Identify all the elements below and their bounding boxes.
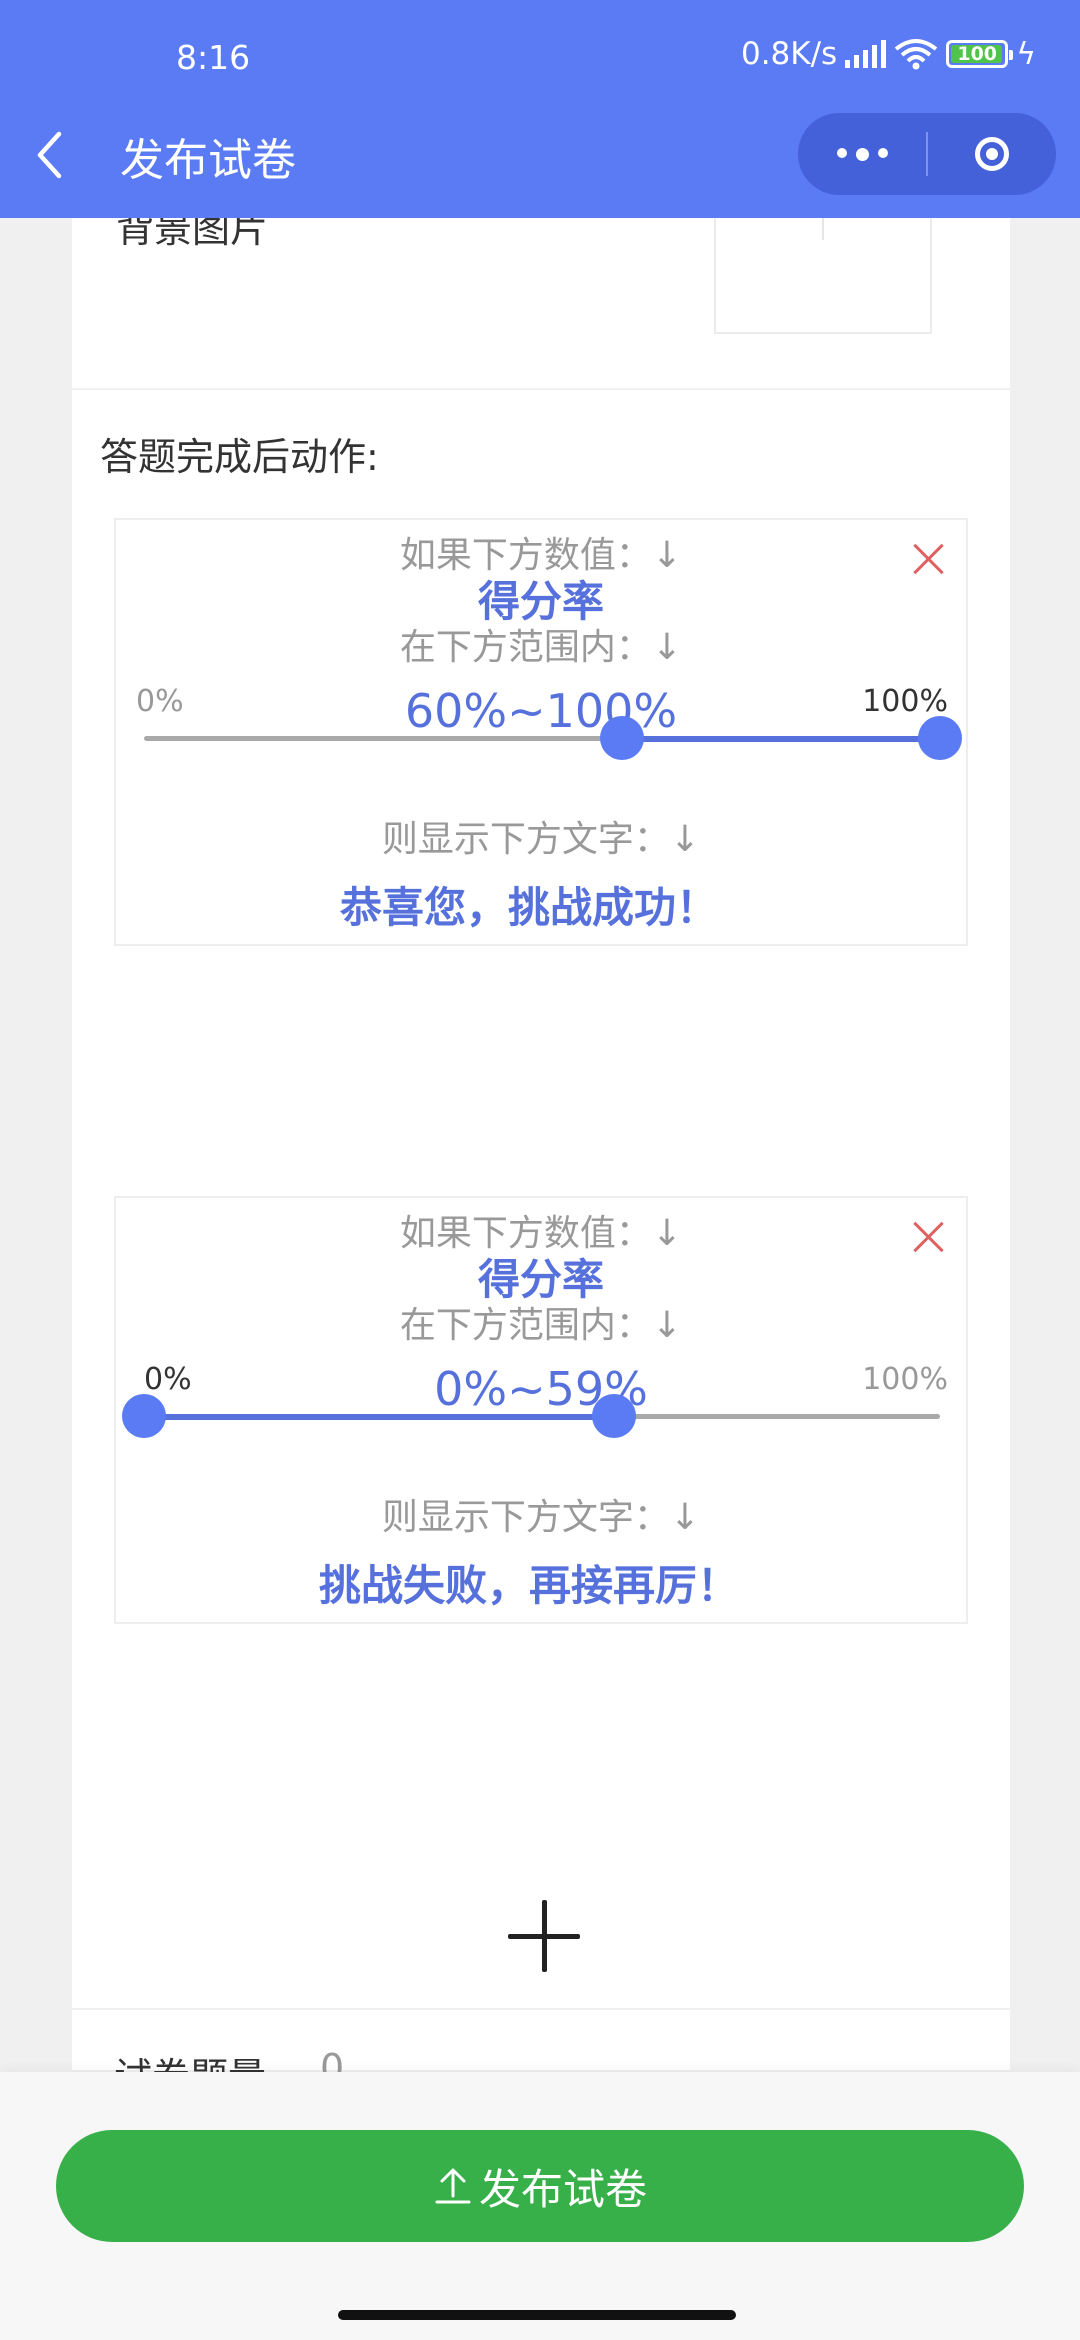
rule-card: 如果下方数值：↓ 得分率 在下方范围内：↓ 0% 100% 0%~59% 则显示… bbox=[114, 1196, 968, 1624]
back-button[interactable] bbox=[34, 120, 84, 190]
more-dots-icon bbox=[836, 147, 847, 158]
bottom-bar: 发布试卷 bbox=[0, 2072, 1080, 2340]
battery-level: 100 bbox=[957, 43, 998, 65]
publish-button[interactable]: 发布试卷 bbox=[56, 2130, 1024, 2242]
add-rule-button[interactable] bbox=[508, 1900, 580, 1972]
range-value: 60%~100% bbox=[404, 684, 678, 738]
in-range-label: 在下方范围内：↓ bbox=[399, 627, 683, 668]
result-message[interactable]: 挑战失败，再接再厉！ bbox=[104, 1552, 954, 1613]
page-title: 发布试卷 bbox=[120, 135, 296, 186]
then-show-label: 则显示下方文字：↓ bbox=[381, 819, 701, 860]
result-message[interactable]: 恭喜您，挑战成功！ bbox=[104, 874, 954, 935]
completion-actions-label: 答题完成后动作: bbox=[100, 435, 379, 479]
upload-icon bbox=[435, 2168, 471, 2204]
chevron-left-icon bbox=[37, 131, 62, 179]
network-speed: 0.8K/s bbox=[740, 36, 838, 72]
status-icons: 0.8K/s 100 ϟ bbox=[741, 36, 1036, 72]
in-range-label: 在下方范围内：↓ bbox=[399, 1305, 683, 1346]
target-icon bbox=[975, 137, 1009, 171]
mini-program-capsule bbox=[798, 113, 1056, 195]
home-indicator bbox=[338, 2310, 736, 2320]
slider-active-track bbox=[144, 1413, 614, 1420]
divider bbox=[72, 388, 1010, 390]
form-card: 背景图片 答题完成后动作: 如果下方数值：↓ 得分率 在下方范围内：↓ 0% 1… bbox=[72, 170, 1010, 2099]
range-value: 0%~59% bbox=[434, 1362, 648, 1416]
then-show-label: 则显示下方文字：↓ bbox=[381, 1497, 701, 1538]
slider-active-track bbox=[621, 735, 940, 742]
signal-icon bbox=[845, 40, 887, 68]
close-mini-program-button[interactable] bbox=[928, 137, 1056, 171]
slider-low-thumb[interactable] bbox=[122, 1394, 166, 1438]
wifi-icon bbox=[894, 39, 938, 70]
slider-high-thumb[interactable] bbox=[918, 716, 962, 760]
publish-button-label: 发布试卷 bbox=[478, 2164, 647, 2214]
range-slider: 0% 100% 0%~59% bbox=[116, 1362, 966, 1482]
battery-icon: 100 bbox=[946, 40, 1014, 68]
divider bbox=[72, 2008, 1010, 2010]
top-bar: 8:16 0.8K/s 100 ϟ 发布试卷 bbox=[0, 0, 1080, 218]
status-time: 8:16 bbox=[176, 38, 251, 77]
slider-low-thumb[interactable] bbox=[599, 716, 644, 760]
more-button[interactable] bbox=[798, 147, 926, 161]
range-slider: 0% 100% 60%~100% bbox=[116, 684, 966, 804]
slider-high-thumb[interactable] bbox=[591, 1394, 636, 1438]
charging-icon: ϟ bbox=[1016, 36, 1036, 72]
rule-card: 如果下方数值：↓ 得分率 在下方范围内：↓ 0% 100% 60%~100% 则… bbox=[114, 518, 968, 946]
